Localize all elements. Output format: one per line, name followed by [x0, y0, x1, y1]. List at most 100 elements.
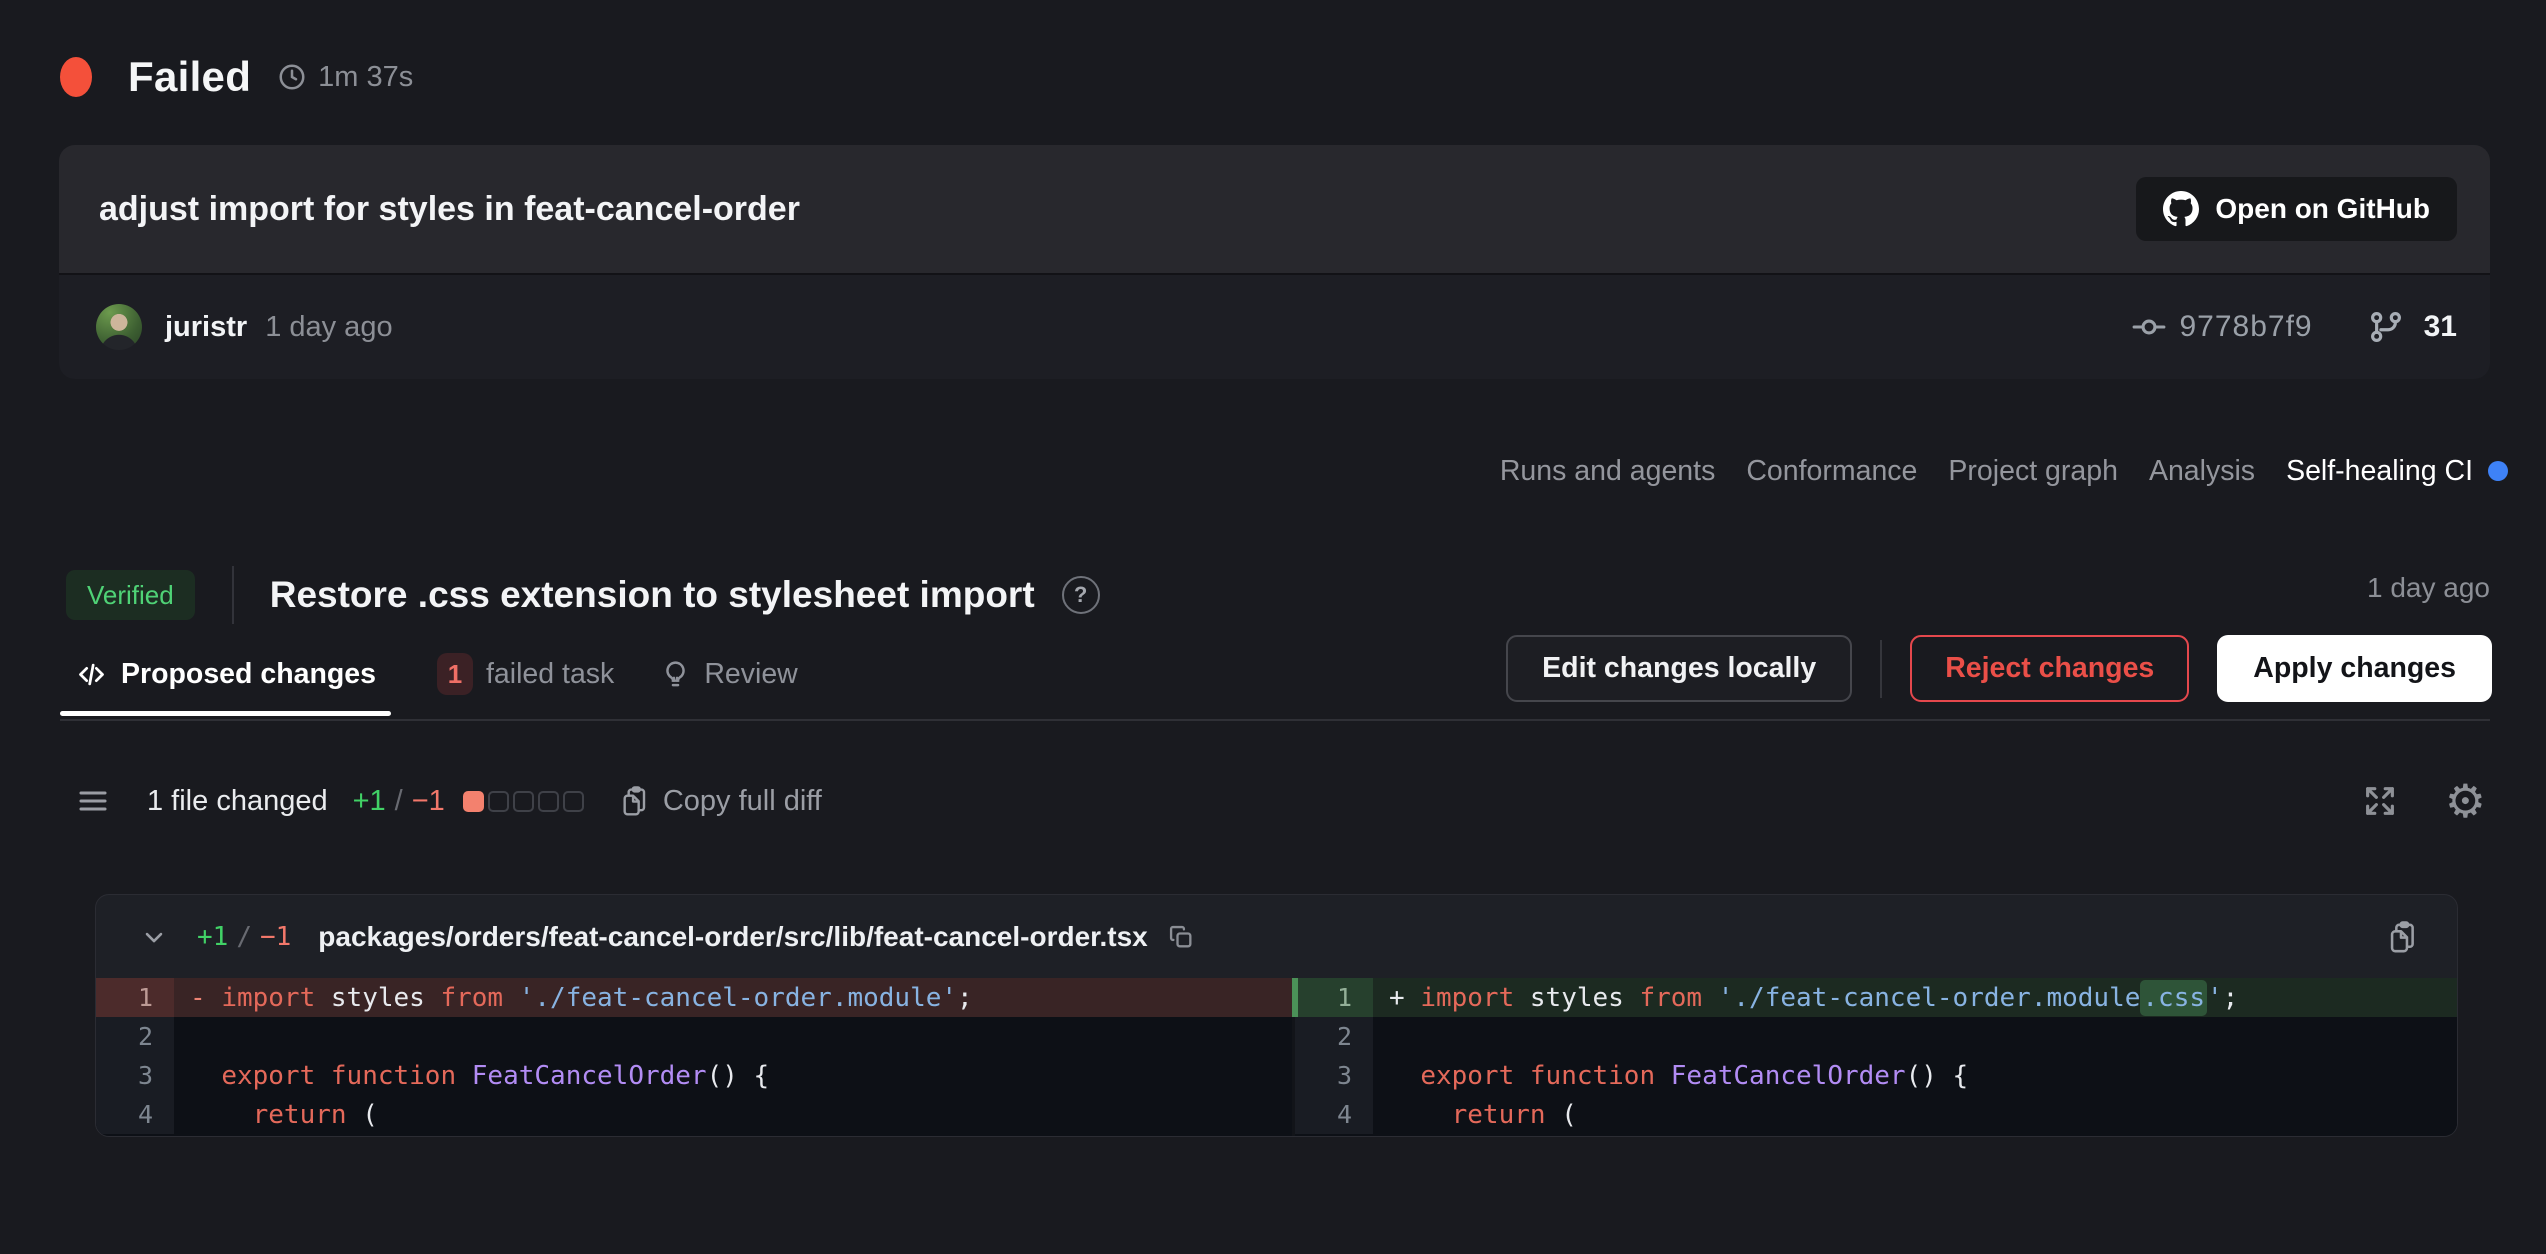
actions-divider	[1880, 640, 1882, 698]
help-icon[interactable]: ?	[1062, 576, 1100, 614]
nav-project-graph[interactable]: Project graph	[1948, 455, 2118, 488]
diff-square-empty	[563, 791, 584, 812]
diff-stats: +1 / −1	[353, 785, 445, 818]
tab-proposed-changes[interactable]: Proposed changes	[60, 632, 391, 716]
code-token: function	[331, 1061, 472, 1091]
heading-divider	[232, 566, 234, 624]
failed-count-badge: 1	[437, 653, 473, 695]
word-diff-highlight: .css	[2140, 980, 2207, 1016]
nav-runs-and-agents[interactable]: Runs and agents	[1500, 455, 1716, 488]
code-token: return	[1452, 1100, 1562, 1130]
nav-self-healing-ci[interactable]: Self-healing CI	[2286, 455, 2508, 488]
commit-author: juristr	[165, 311, 247, 344]
fix-time: 1 day ago	[2367, 572, 2490, 604]
deletions-count: −1	[412, 785, 445, 818]
add-marker: +	[1389, 983, 1420, 1013]
line-number: 2	[1295, 1017, 1373, 1056]
tabs-bottom-border	[60, 719, 2490, 721]
code-line: export function FeatCancelOrder() {	[1373, 1056, 2457, 1095]
diff-pane-old: 1 - import styles from './feat-cancel-or…	[96, 978, 1292, 1136]
diff-square-empty	[538, 791, 559, 812]
code-token: '	[2207, 983, 2223, 1013]
nav-conformance[interactable]: Conformance	[1746, 455, 1917, 488]
line-number: 2	[96, 1017, 174, 1056]
code-token: import	[1420, 983, 1530, 1013]
reject-changes-button[interactable]: Reject changes	[1910, 635, 2189, 702]
tab-failed-task-label: failed task	[486, 658, 614, 691]
line-number: 4	[1295, 1095, 1373, 1134]
edit-changes-locally-button[interactable]: Edit changes locally	[1506, 635, 1852, 702]
file-additions: +1	[197, 922, 228, 952]
code-token: './feat-cancel-order.module	[1718, 983, 2141, 1013]
line-number: 1	[1295, 978, 1373, 1017]
fix-heading-row: Verified Restore .css extension to style…	[66, 566, 1100, 624]
open-on-github-button[interactable]: Open on GitHub	[2136, 177, 2457, 241]
code-line	[1373, 1017, 2457, 1056]
commit-card: adjust import for styles in feat-cancel-…	[59, 145, 2490, 379]
fix-actions: Edit changes locally Reject changes Appl…	[1506, 635, 2492, 702]
avatar[interactable]	[96, 304, 142, 350]
diff-split-view: 1 - import styles from './feat-cancel-or…	[96, 978, 2457, 1136]
line-number: 3	[1295, 1056, 1373, 1095]
code-token: export	[221, 1061, 331, 1091]
tab-review[interactable]: Review	[660, 632, 797, 716]
chevron-down-icon[interactable]	[140, 923, 168, 951]
del-marker: -	[190, 983, 221, 1013]
code-token: styles	[331, 983, 441, 1013]
code-token: () {	[1906, 1061, 1969, 1091]
code-line: return (	[174, 1095, 1292, 1134]
diff-pane-new: 1 + import styles from './feat-cancel-or…	[1292, 978, 2457, 1136]
code-token: from	[440, 983, 518, 1013]
code-line: return (	[1373, 1095, 2457, 1134]
code-line	[174, 1017, 1292, 1056]
stats-separator: /	[395, 785, 403, 818]
lightbulb-icon	[660, 659, 691, 690]
diff-line-context: 4 return (	[96, 1095, 1292, 1134]
github-icon	[2163, 191, 2199, 227]
copy-file-diff-icon[interactable]	[2385, 919, 2419, 955]
code-token: './feat-cancel-order.module'	[519, 983, 957, 1013]
run-status-label: Failed	[128, 53, 251, 101]
copy-full-diff-label: Copy full diff	[663, 785, 822, 818]
code-token: return	[253, 1100, 363, 1130]
code-token: FeatCancelOrder	[1671, 1061, 1906, 1091]
file-diff-stats: +1 / −1	[197, 922, 291, 952]
line-number: 4	[96, 1095, 174, 1134]
tab-failed-task[interactable]: 1 failed task	[437, 632, 614, 716]
code-token: FeatCancelOrder	[472, 1061, 707, 1091]
run-status-row: Failed 1m 37s	[60, 46, 413, 108]
diff-line-context: 2	[96, 1017, 1292, 1056]
code-line: - import styles from './feat-cancel-orde…	[174, 978, 1292, 1017]
code-token	[1389, 1061, 1420, 1091]
code-token: styles	[1530, 983, 1640, 1013]
line-number: 3	[96, 1056, 174, 1095]
fix-tabs: Proposed changes 1 failed task Review	[60, 632, 798, 716]
code-token: ;	[957, 983, 973, 1013]
nav-self-healing-ci-label: Self-healing CI	[2286, 455, 2473, 488]
expand-icon[interactable]	[2361, 782, 2399, 820]
git-branch-icon	[2369, 310, 2403, 344]
diff-square-filled	[463, 791, 484, 812]
apply-changes-button[interactable]: Apply changes	[2217, 635, 2492, 702]
code-icon	[75, 658, 108, 691]
file-list-menu-icon[interactable]	[77, 785, 109, 817]
diff-line-context: 3 export function FeatCancelOrder() {	[1295, 1056, 2457, 1095]
code-token: function	[1530, 1061, 1671, 1091]
branch-count-group[interactable]: 31	[2369, 310, 2457, 344]
additions-count: +1	[353, 785, 386, 818]
diff-line-added: 1 + import styles from './feat-cancel-or…	[1295, 978, 2457, 1017]
nav-analysis[interactable]: Analysis	[2149, 455, 2255, 488]
diff-line-context: 4 return (	[1295, 1095, 2457, 1134]
commit-sha[interactable]: 9778b7f9	[2179, 310, 2312, 344]
line-number: 1	[96, 978, 174, 1017]
code-token: (	[1561, 1100, 1577, 1130]
run-duration: 1m 37s	[318, 61, 413, 94]
commit-time: 1 day ago	[265, 311, 392, 344]
fix-title: Restore .css extension to stylesheet imp…	[270, 574, 1035, 616]
copy-full-diff-button[interactable]: Copy full diff	[618, 784, 822, 818]
gear-icon[interactable]: ⚙	[2445, 778, 2486, 824]
commit-meta-row: juristr 1 day ago 9778b7f9	[59, 273, 2490, 379]
copy-path-icon[interactable]	[1167, 923, 1195, 951]
failed-status-dot	[60, 57, 92, 97]
file-path: packages/orders/feat-cancel-order/src/li…	[318, 921, 1147, 953]
